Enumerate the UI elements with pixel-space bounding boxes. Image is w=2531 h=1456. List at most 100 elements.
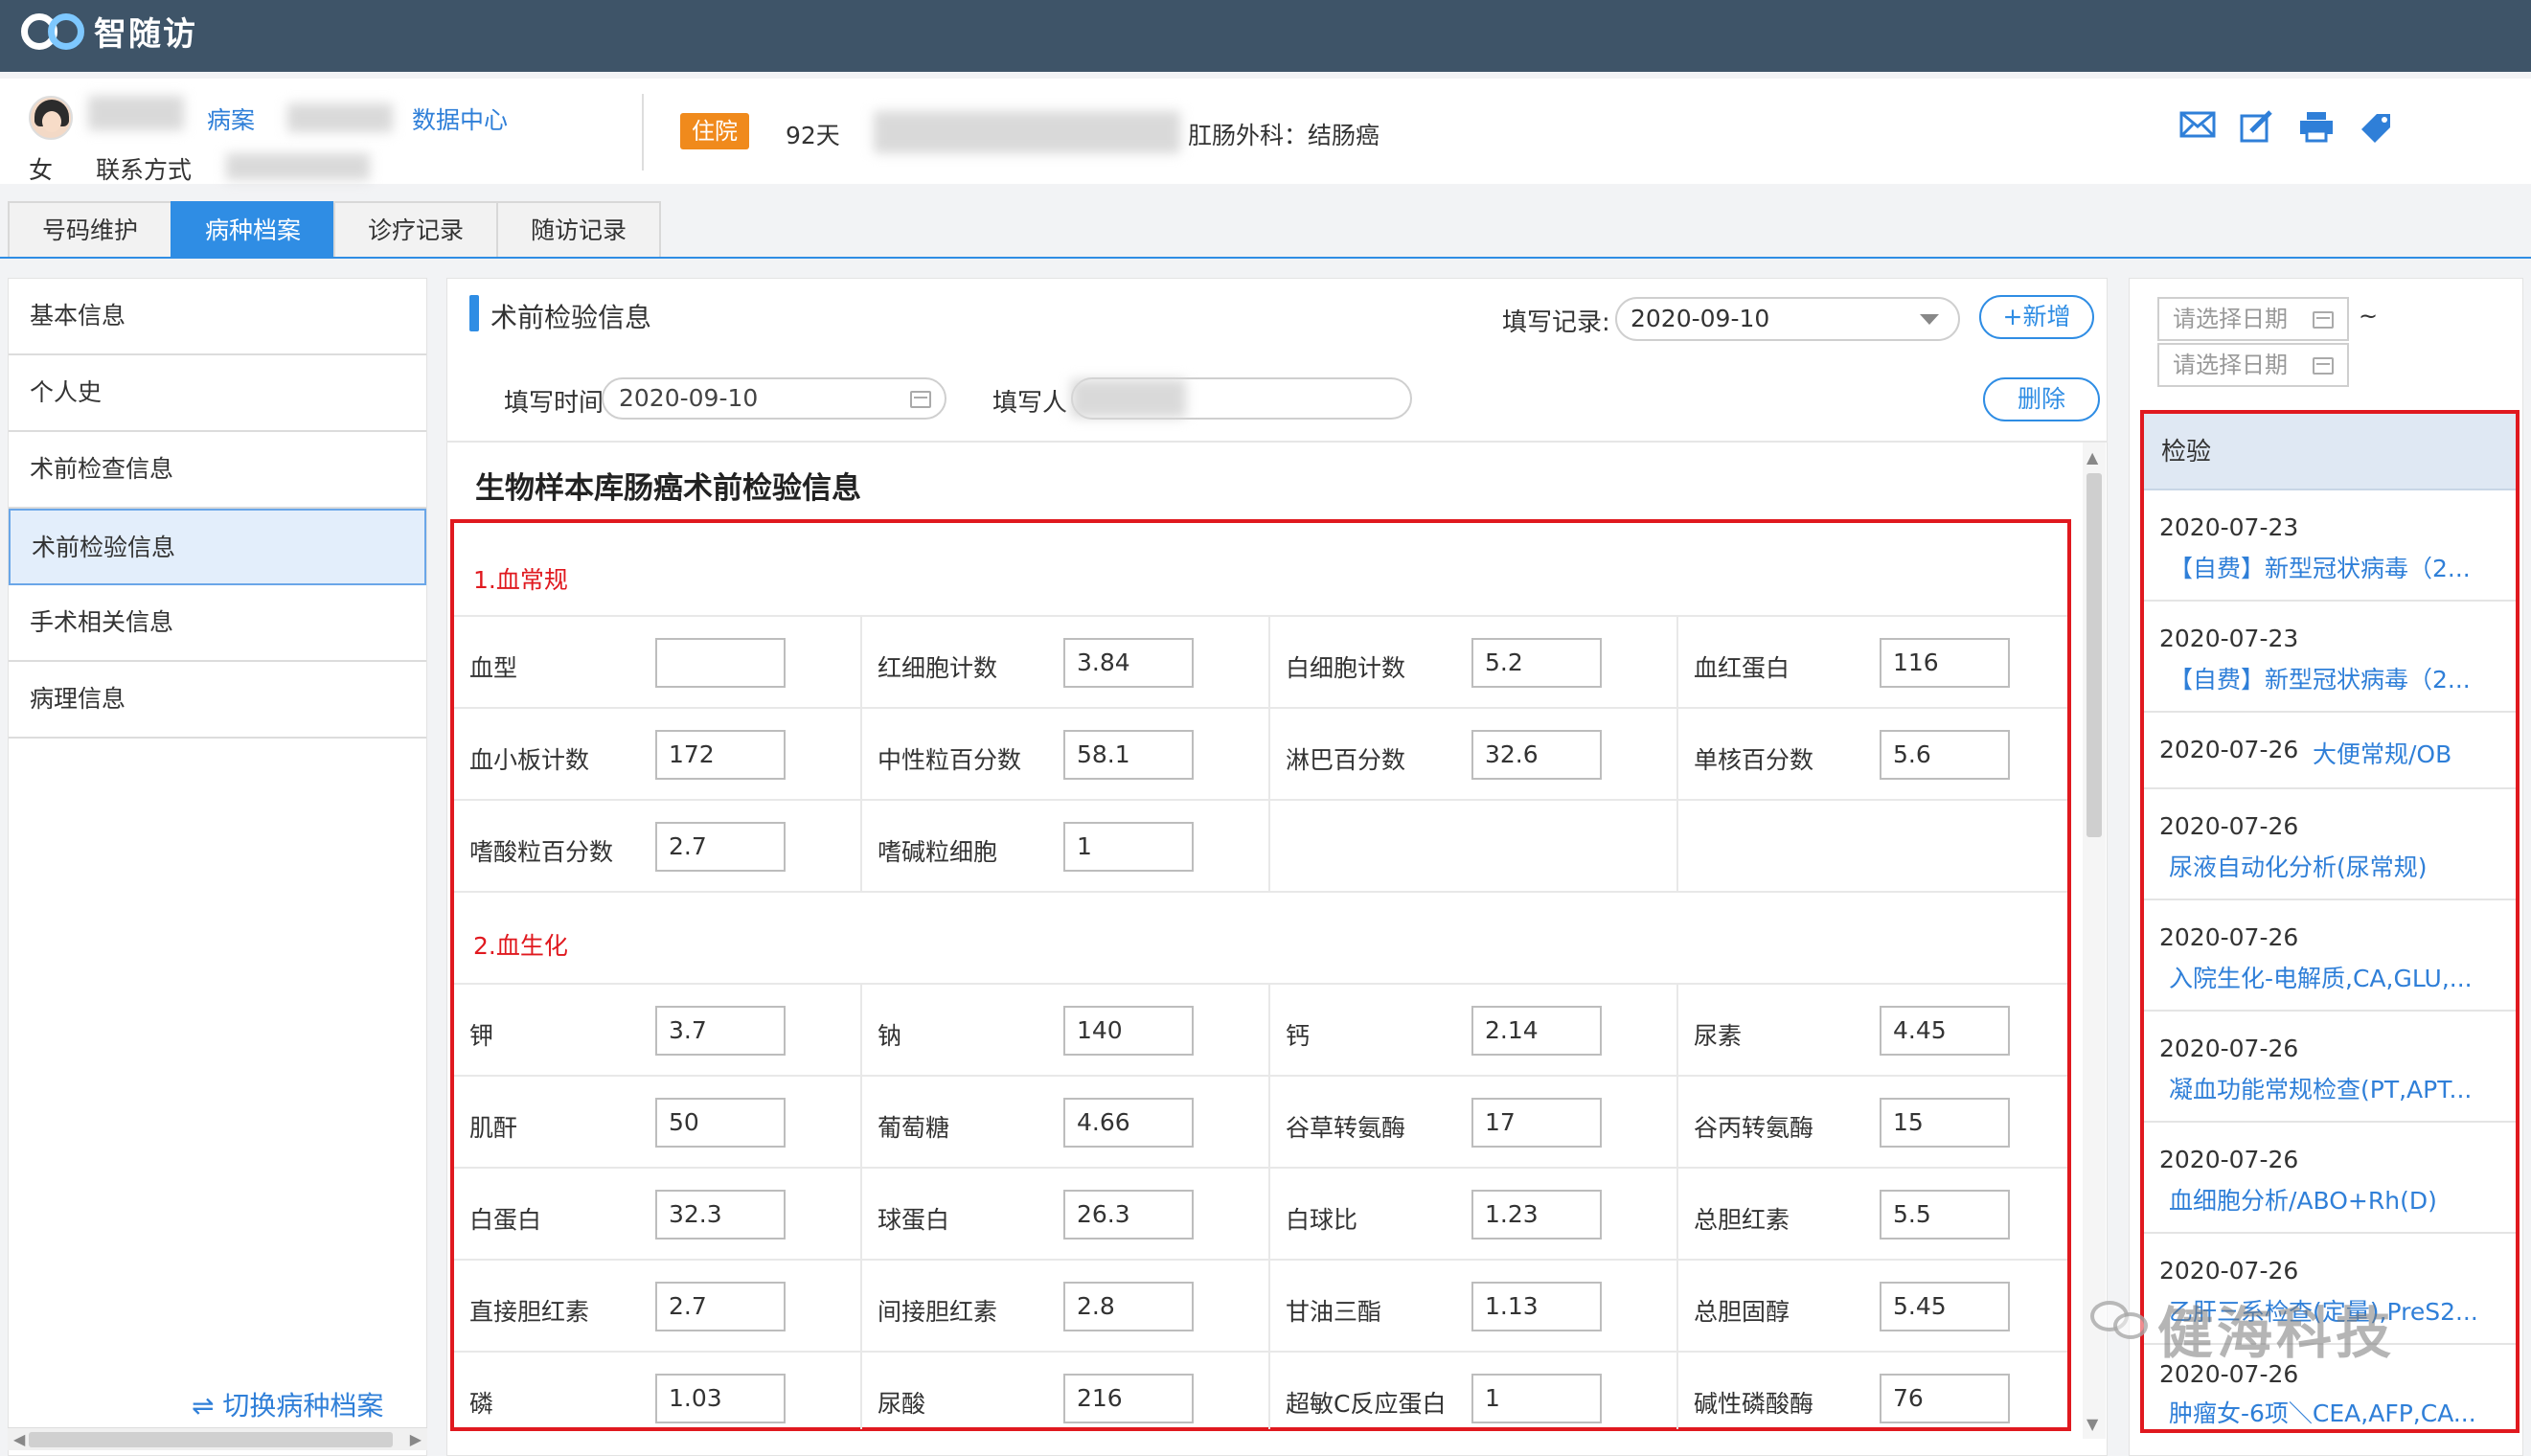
scroll-up-icon[interactable]: ▲ [2086,448,2098,466]
form-cell: 尿酸 216 [862,1353,1270,1429]
mail-icon[interactable] [2178,110,2217,145]
item-title[interactable]: 血细胞分析/ABO+Rh(D) [2169,1182,2437,1217]
field-input[interactable]: 5.2 [1471,638,1602,688]
sidebar-item-personal-history[interactable]: 个人史 [9,355,426,432]
list-item[interactable]: 2020-07-26 血细胞分析/ABO+Rh(D) [2144,1123,2516,1234]
item-title[interactable]: 尿液自动化分析(尿常规) [2169,849,2428,883]
add-button[interactable]: +新增 [1979,295,2094,339]
field-input[interactable]: 50 [655,1098,786,1148]
scroll-thumb[interactable] [2086,473,2102,837]
data-center-link[interactable]: 数据中心 [412,102,508,136]
print-icon[interactable] [2297,110,2336,145]
form-row: 血小板计数 172 中性粒百分数 58.1 淋巴百分数 32.6 单核百分数 5.6 [454,707,2067,801]
field-input[interactable]: 4.66 [1063,1098,1194,1148]
field-input[interactable]: 32.3 [655,1190,786,1240]
fill-time-input[interactable]: 2020-09-10 [602,377,946,420]
scroll-thumb[interactable] [29,1432,393,1447]
tab-number-maintenance[interactable]: 号码维护 [8,201,172,259]
scroll-down-icon[interactable]: ▼ [2086,1415,2098,1433]
tab-followup-records[interactable]: 随访记录 [496,201,661,259]
field-input[interactable]: 4.45 [1880,1006,2010,1056]
list-item[interactable]: 2020-07-26 尿液自动化分析(尿常规) [2144,789,2516,900]
record-link[interactable]: 病案 [207,102,255,136]
field-input[interactable]: 5.5 [1880,1190,2010,1240]
field-input[interactable]: 140 [1063,1006,1194,1056]
form-scrollbar[interactable]: ▲ ▼ [2083,443,2106,1439]
start-date-input[interactable]: 请选择日期 [2157,297,2349,341]
field-input[interactable]: 76 [1880,1374,2010,1423]
tab-bar: 号码维护 病种档案 诊疗记录 随访记录 [8,201,661,259]
calendar-icon[interactable] [2313,357,2334,375]
calendar-icon[interactable] [2313,311,2334,329]
sidebar-item-pathology[interactable]: 病理信息 [9,662,426,739]
redacted-filler [1071,379,1186,418]
field-input[interactable]: 15 [1880,1098,2010,1148]
field-input[interactable]: 2.14 [1471,1006,1602,1056]
field-label: 葡萄糖 [878,1114,950,1142]
group-title-biochemistry: 2.血生化 [473,932,568,960]
sidebar-item-basic-info[interactable]: 基本信息 [9,279,426,355]
form-cell: 球蛋白 26.3 [862,1169,1270,1261]
sidebar-item-surgery-info[interactable]: 手术相关信息 [9,585,426,662]
tab-treatment-records[interactable]: 诊疗记录 [333,201,498,259]
sidebar-item-preop-exam[interactable]: 术前检查信息 [9,432,426,509]
field-input[interactable]: 2.7 [655,1282,786,1331]
field-input[interactable]: 1 [1063,822,1194,872]
field-input[interactable]: 1.13 [1471,1282,1602,1331]
field-input[interactable]: 2.7 [655,822,786,872]
item-date: 2020-07-26 [2159,736,2299,763]
list-item[interactable]: 2020-07-23 【自费】新型冠状病毒（2... [2144,490,2516,602]
watermark-text: 健海科技 [2157,1301,2396,1366]
field-input[interactable]: 1.23 [1471,1190,1602,1240]
scroll-left-icon[interactable]: ◀ [13,1428,25,1451]
form-cell: 谷草转氨酶 17 [1270,1077,1678,1169]
list-item[interactable]: 2020-07-26 大便常规/OB [2144,713,2516,789]
field-input[interactable]: 116 [1880,638,2010,688]
field-input[interactable]: 3.84 [1063,638,1194,688]
field-input[interactable]: 1.03 [655,1374,786,1423]
field-input[interactable]: 5.45 [1880,1282,2010,1331]
field-input[interactable]: 172 [655,730,786,780]
item-title[interactable]: 【自费】新型冠状病毒（2... [2169,550,2471,584]
list-item[interactable]: 2020-07-26 凝血功能常规检查(PT,APT... [2144,1012,2516,1123]
field-input[interactable]: 3.7 [655,1006,786,1056]
form-cell: 中性粒百分数 58.1 [862,709,1270,801]
field-input[interactable]: 32.6 [1471,730,1602,780]
item-title[interactable]: 凝血功能常规检查(PT,APT... [2169,1071,2472,1105]
form-cell: 钙 2.14 [1270,985,1678,1077]
field-input[interactable]: 1 [1471,1374,1602,1423]
tag-icon[interactable] [2357,110,2395,145]
contact-label: 联系方式 [96,156,193,184]
item-title[interactable]: 肿瘤女-6项＼CEA,AFP,CA... [2169,1395,2476,1429]
wechat-watermark-icon [2090,1297,2148,1339]
field-label: 超敏C反应蛋白 [1286,1390,1447,1418]
redacted-phone [226,153,370,180]
delete-button[interactable]: 删除 [1983,377,2100,421]
field-input[interactable]: 2.8 [1063,1282,1194,1331]
field-input[interactable]: 26.3 [1063,1190,1194,1240]
sidebar-scrollbar[interactable]: ◀ ▶ [8,1427,427,1450]
calendar-icon[interactable] [910,391,931,408]
item-title[interactable]: 入院生化-电解质,CA,GLU,... [2169,960,2473,994]
tab-disease-archive[interactable]: 病种档案 [171,201,335,259]
fill-time-value: 2020-09-10 [619,384,759,412]
item-title[interactable]: 大便常规/OB [2313,736,2451,770]
field-input[interactable]: 17 [1471,1098,1602,1148]
item-date: 2020-07-26 [2159,1257,2299,1285]
field-input[interactable]: 58.1 [1063,730,1194,780]
item-title[interactable]: 【自费】新型冠状病毒（2... [2169,661,2471,695]
form-cell: 白蛋白 32.3 [454,1169,862,1261]
field-input[interactable]: 5.6 [1880,730,2010,780]
item-date: 2020-07-23 [2159,513,2299,541]
list-item[interactable]: 2020-07-23 【自费】新型冠状病毒（2... [2144,602,2516,713]
sidebar-item-preop-lab[interactable]: 术前检验信息 [9,509,426,585]
scroll-right-icon[interactable]: ▶ [410,1428,422,1451]
field-label: 白球比 [1286,1206,1358,1234]
switch-archive-link[interactable]: ⇌ 切换病种档案 [192,1385,383,1423]
record-select[interactable]: 2020-09-10 [1615,297,1960,341]
end-date-input[interactable]: 请选择日期 [2157,343,2349,387]
field-input[interactable] [655,638,786,688]
list-item[interactable]: 2020-07-26 入院生化-电解质,CA,GLU,... [2144,900,2516,1012]
field-input[interactable]: 216 [1063,1374,1194,1423]
edit-icon[interactable] [2238,110,2276,145]
